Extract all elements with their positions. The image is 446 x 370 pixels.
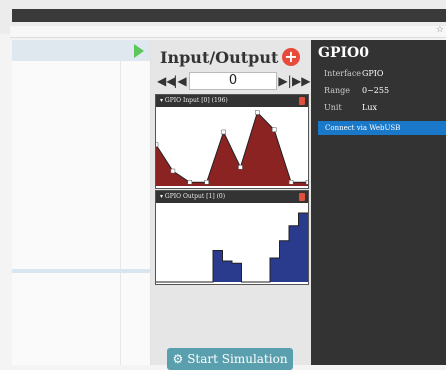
browser-title-strip <box>12 9 446 22</box>
data-point <box>221 129 226 135</box>
gpio-properties-panel: GPIO0 Interface GPIO Range 0~255 Unit Lu… <box>311 40 446 365</box>
property-key: Unit <box>324 103 342 112</box>
data-point <box>156 142 159 147</box>
gpio-title: GPIO0 <box>318 45 369 61</box>
prev-frame-icon[interactable]: |◀ <box>172 72 188 90</box>
gpio-output-chart: ▾ GPIO Output [1] (0) <box>155 190 309 285</box>
run-play-icon[interactable] <box>134 44 144 58</box>
chart-title[interactable]: ▾ GPIO Input [0] (196) <box>156 95 308 107</box>
io-panel: Input/Output + ◀◀ |◀ 0 ▶| ▶▶ ▾ GPIO Inpu… <box>151 40 311 365</box>
first-frame-icon[interactable]: ◀◀ <box>157 72 175 90</box>
series-area <box>156 213 308 282</box>
gear-icon: ⚙ <box>172 352 184 366</box>
data-point <box>238 165 243 170</box>
workspace-panel <box>12 40 151 365</box>
data-point <box>170 168 176 174</box>
workspace-header <box>12 40 150 61</box>
timeline-nav: ◀◀ |◀ 0 ▶| ▶▶ <box>157 72 310 90</box>
data-point <box>204 180 209 185</box>
property-value: GPIO <box>362 69 384 78</box>
connect-webusb-button[interactable]: Connect via WebUSB <box>318 121 446 135</box>
chart-title[interactable]: ▾ GPIO Output [1] (0) <box>156 191 308 203</box>
property-key: Interface <box>324 69 362 78</box>
trash-icon[interactable] <box>299 193 305 201</box>
start-simulation-label: Start Simulation <box>187 352 288 366</box>
data-point <box>187 180 193 185</box>
add-io-button[interactable]: + <box>282 48 300 66</box>
bookmark-star-icon[interactable]: ☆ <box>436 25 444 35</box>
divider <box>12 269 150 273</box>
data-point <box>255 110 260 115</box>
data-point <box>271 127 277 132</box>
property-value: 0~255 <box>362 86 390 95</box>
last-frame-icon[interactable]: ▶▶ <box>292 72 310 90</box>
frame-counter-input[interactable]: 0 <box>189 72 277 90</box>
next-frame-icon[interactable]: ▶| <box>277 72 293 90</box>
data-point <box>288 180 294 185</box>
trash-icon[interactable] <box>299 97 305 105</box>
divider <box>120 61 121 365</box>
property-value: Lux <box>362 103 377 112</box>
io-title: Input/Output <box>160 48 279 67</box>
data-point <box>305 180 308 185</box>
start-simulation-button[interactable]: ⚙ Start Simulation <box>167 348 293 370</box>
gpio-input-chart: ▾ GPIO Input [0] (196) <box>155 94 309 189</box>
chart-plot <box>156 212 308 283</box>
url-bar[interactable] <box>10 26 446 38</box>
chart-plot <box>156 110 308 186</box>
property-key: Range <box>324 86 350 95</box>
